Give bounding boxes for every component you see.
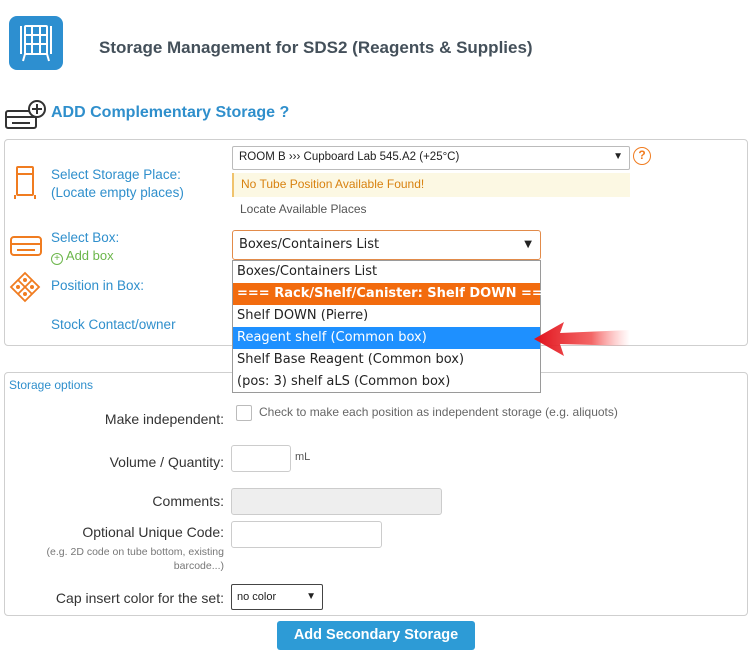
locate-available-link[interactable]: Locate Available Places	[240, 202, 367, 216]
contact-label: Stock Contact/owner	[51, 317, 176, 332]
box-option[interactable]: (pos: 3) shelf aLS (Common box)	[233, 371, 540, 393]
position-label: Position in Box:	[51, 278, 144, 293]
volume-label: Volume / Quantity:	[10, 454, 224, 470]
storage-place-select[interactable]: ROOM B ››› Cupboard Lab 545.A2 (+25°C) ▼	[232, 146, 630, 170]
comments-label: Comments:	[10, 493, 224, 509]
add-box-link[interactable]: + Add box	[51, 248, 114, 265]
section-title: ADD Complementary Storage ?	[51, 104, 289, 122]
box-dropdown-list: Boxes/Containers List === Rack/Shelf/Can…	[232, 260, 541, 393]
storage-place-value: ROOM B ››› Cupboard Lab 545.A2 (+25°C)	[239, 151, 459, 163]
comments-input[interactable]	[231, 488, 442, 515]
box-icon	[9, 232, 43, 264]
box-option[interactable]: Shelf Base Reagent (Common box)	[233, 349, 540, 371]
box-option-highlighted[interactable]: Reagent shelf (Common box)	[233, 327, 540, 349]
unique-code-input[interactable]	[231, 521, 382, 548]
add-storage-icon	[4, 99, 48, 131]
chevron-down-icon: ▼	[306, 591, 316, 602]
chevron-down-icon: ▼	[613, 151, 623, 162]
page-title: Storage Management for SDS2 (Reagents & …	[99, 38, 533, 58]
box-option[interactable]: Shelf DOWN (Pierre)	[233, 305, 540, 327]
unique-code-label: Optional Unique Code:	[10, 524, 224, 540]
no-position-warning: No Tube Position Available Found!	[232, 173, 630, 197]
box-option[interactable]: Boxes/Containers List	[233, 261, 540, 283]
unique-code-hint: (e.g. 2D code on tube bottom, existing b…	[10, 545, 224, 573]
select-box-label: Select Box:	[51, 230, 119, 245]
storage-options-title: Storage options	[9, 378, 93, 392]
pointer-arrow-icon	[532, 320, 632, 358]
independent-help-text: Check to make each position as independe…	[259, 405, 618, 419]
cap-color-select[interactable]: no color ▼	[231, 584, 323, 610]
cap-color-value: no color	[237, 591, 276, 603]
add-secondary-storage-button[interactable]: Add Secondary Storage	[277, 621, 475, 650]
volume-unit: mL	[295, 451, 310, 463]
cap-color-label: Cap insert color for the set:	[10, 590, 224, 606]
locate-empty-label[interactable]: (Locate empty places)	[51, 185, 184, 200]
box-option-group-header: === Rack/Shelf/Canister: Shelf DOWN ===	[233, 283, 540, 305]
storage-place-label: Select Storage Place:	[51, 167, 181, 182]
independent-checkbox[interactable]	[236, 405, 252, 421]
storage-rack-icon	[9, 16, 63, 70]
box-select[interactable]: Boxes/Containers List ▼	[232, 230, 541, 260]
add-box-label: Add box	[66, 248, 114, 263]
storage-place-icon	[12, 165, 38, 205]
independent-label: Make independent:	[10, 411, 224, 427]
chevron-down-icon: ▼	[524, 239, 532, 250]
help-icon[interactable]: ?	[633, 147, 651, 165]
box-select-value: Boxes/Containers List	[239, 237, 379, 252]
plus-circle-icon: +	[51, 253, 63, 265]
position-grid-icon	[9, 271, 41, 307]
volume-input[interactable]	[231, 445, 291, 472]
